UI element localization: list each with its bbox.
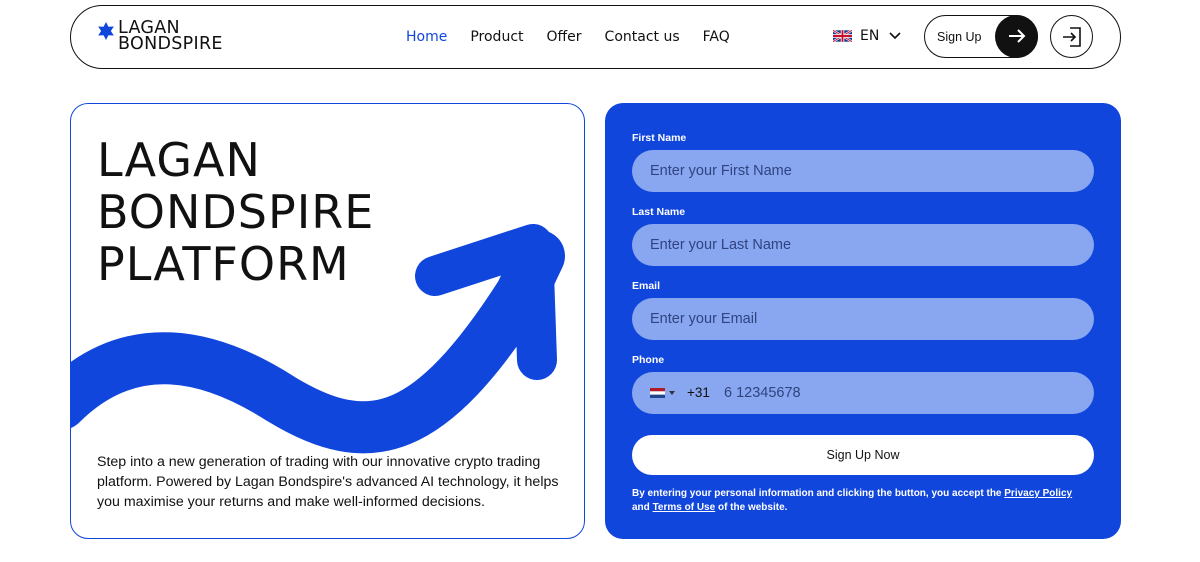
- phone-input[interactable]: [724, 372, 1084, 414]
- language-label: EN: [860, 28, 880, 44]
- signup-submit-button[interactable]: Sign Up Now: [632, 435, 1094, 475]
- hero-title-line: PLATFORM: [97, 237, 350, 291]
- arrow-right-circle: [995, 14, 1038, 58]
- login-icon: [1062, 26, 1081, 47]
- brand-name-line2: BONDSPIRE: [118, 34, 223, 54]
- uk-flag-icon: [833, 30, 852, 42]
- terms-of-use-link[interactable]: Terms of Use: [653, 502, 716, 513]
- language-selector[interactable]: EN: [833, 27, 901, 45]
- phone-field: +31: [632, 372, 1094, 414]
- login-button[interactable]: [1050, 15, 1093, 58]
- hero-title-line: BONDSPIRE: [97, 185, 375, 239]
- nav-item-contact-us[interactable]: Contact us: [605, 28, 680, 46]
- phone-label: Phone: [632, 354, 665, 366]
- arrow-right-icon: [1008, 29, 1025, 43]
- first-name-label: First Name: [632, 132, 687, 144]
- nav-item-product[interactable]: Product: [470, 28, 523, 46]
- nav-item-home[interactable]: Home: [406, 28, 447, 46]
- hero-description: Step into a new generation of trading wi…: [97, 454, 559, 510]
- nav-item-faq[interactable]: FAQ: [703, 28, 730, 46]
- disclaimer-text: By entering your personal information an…: [632, 488, 1005, 499]
- nav-item-offer[interactable]: Offer: [547, 28, 582, 46]
- header-signup-label: Sign Up: [937, 30, 982, 44]
- last-name-label: Last Name: [632, 206, 686, 218]
- hero-title-line: LAGAN: [97, 133, 261, 187]
- last-name-input[interactable]: [632, 224, 1094, 266]
- hero-title: LAGAN BONDSPIRE PLATFORM: [97, 134, 374, 290]
- disclaimer-text: of the website.: [715, 501, 788, 513]
- hero-card: LAGAN BONDSPIRE PLATFORM Step into a new…: [70, 103, 585, 539]
- disclaimer-text: and: [632, 501, 653, 513]
- email-input[interactable]: [632, 298, 1094, 340]
- brand-name: LAGAN BONDSPIRE: [118, 19, 223, 54]
- site-header: LAGAN BONDSPIRE Home Product Offer Conta…: [70, 5, 1121, 69]
- main-nav: Home Product Offer Contact us FAQ: [406, 28, 730, 46]
- netherlands-flag-icon[interactable]: [650, 388, 665, 398]
- chevron-down-icon: [889, 32, 901, 40]
- caret-down-icon[interactable]: [669, 391, 675, 395]
- phone-country-code: +31: [687, 385, 710, 400]
- consent-disclaimer: By entering your personal information an…: [632, 487, 1102, 514]
- privacy-policy-link[interactable]: Privacy Policy: [1004, 488, 1072, 499]
- header-signup-button[interactable]: Sign Up: [924, 14, 1038, 58]
- star-icon: [98, 22, 114, 40]
- brand-logo[interactable]: LAGAN BONDSPIRE: [97, 19, 223, 54]
- first-name-input[interactable]: [632, 150, 1094, 192]
- email-label: Email: [632, 280, 661, 292]
- signup-form: First Name Last Name Email Phone +31 Sig…: [605, 103, 1121, 539]
